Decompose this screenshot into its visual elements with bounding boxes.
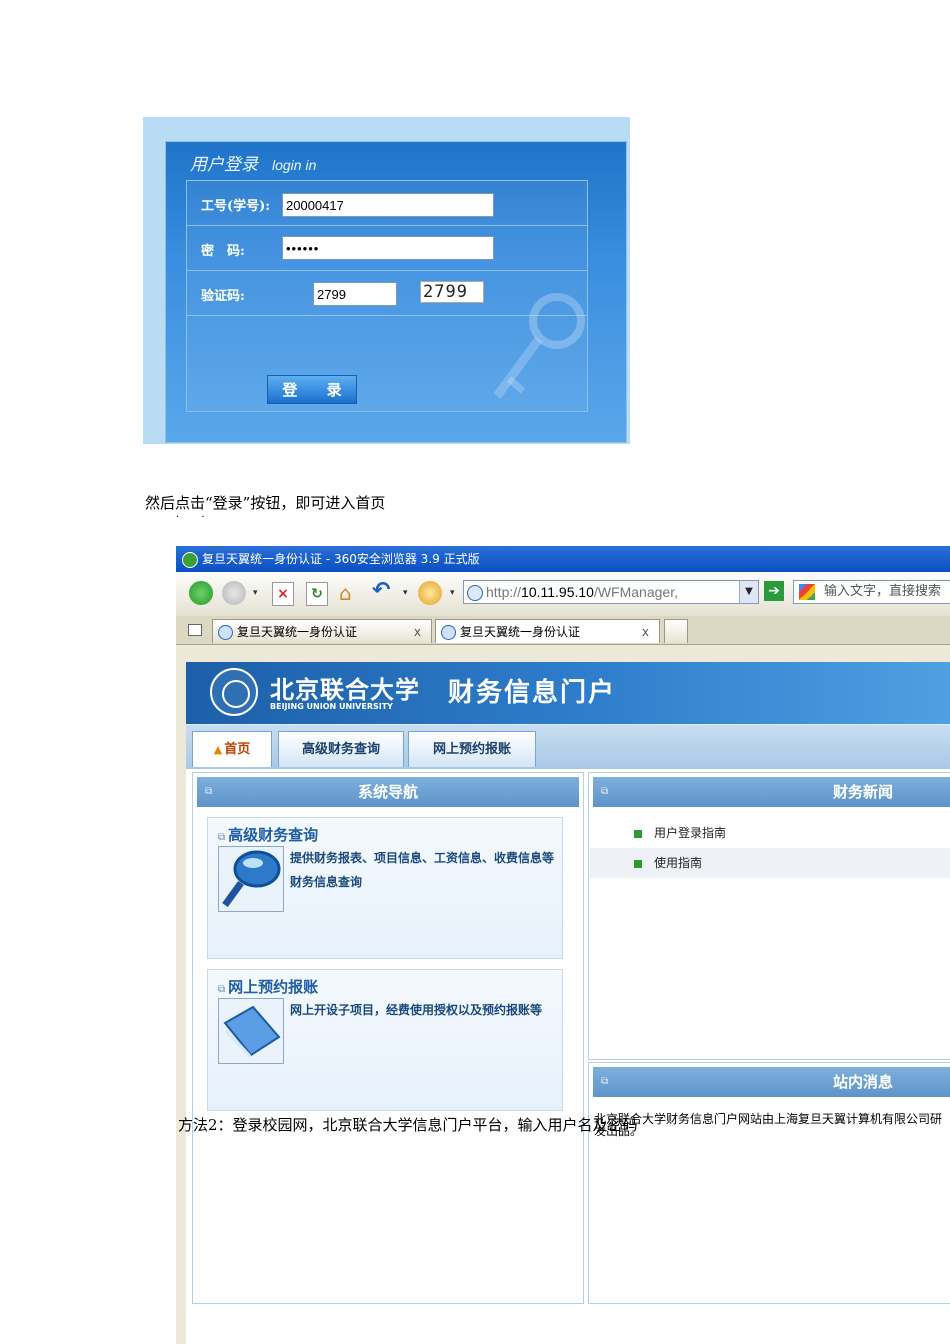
bullet-icon [634,829,642,838]
login-title: 用户登录 login in [190,155,317,175]
ie-icon [441,625,456,640]
site-messages-title: 站内消息 [833,1073,894,1091]
tab-2-close-icon[interactable]: x [642,620,649,644]
university-name-en: BEIJING UNION UNIVERSITY [270,702,393,711]
browser-title-bar: 复旦天翼统一身份认证 - 360安全浏览器 3.9 正式版 [176,546,950,572]
id-input[interactable]: 20000417 [282,193,494,217]
tab-1-label: 复旦天翼统一身份认证 [237,625,358,639]
search-input[interactable]: 输入文字，直接搜索 [793,580,950,604]
card-advanced-query-title: ⧉ 高级财务查询 [218,826,319,844]
tab-2[interactable]: 复旦天翼统一身份认证 x [435,619,660,643]
site-messages-panel: ⧉ 站内消息 [588,1062,950,1304]
browser-screenshot: 复旦天翼统一身份认证 - 360安全浏览器 3.9 正式版 ▾ × ↻ ⌂ ↶ … [176,546,950,1344]
login-panel: 用户登录 login in 工号(学号): 20000417 密 码: •••••… [165,141,627,443]
portal-nav: ▲ 首页 高级财务查询 网上预约报账 [186,724,950,769]
url-prefix: http:// [486,584,522,600]
card-reimbursement-title: ⧉ 网上预约报账 [218,978,319,996]
university-name: 北京联合大学 [270,675,420,704]
url-host: 10.11.95.10 [521,584,594,600]
undo-dropdown-icon[interactable]: ▾ [403,588,408,598]
card-advanced-query-desc: 提供财务报表、项目信息、工资信息、收费信息等财务信息查询 [290,851,555,889]
go-icon[interactable]: ➔ [764,581,784,601]
finance-news-panel: ⧉ 财务新闻 用户登录指南 使用指南 [588,772,950,1060]
password-label: 密 码: [201,244,245,259]
finance-news-header: ⧉ 财务新闻 [593,777,950,807]
home-icon: ▲ [213,743,223,756]
new-tab-button[interactable] [664,619,688,643]
id-row: 工号(学号): 20000417 [187,181,587,226]
stop-icon[interactable]: × [272,582,294,606]
portal-page: 北京联合大学 BEIJING UNION UNIVERSITY 财务信息门户 ▲… [186,662,950,1344]
home-icon[interactable]: ⌂ [339,581,352,605]
refresh-icon[interactable]: ↻ [306,582,328,606]
book-icon [218,998,284,1064]
footer-caption: 北京联合大学财务信息门户网站由上海复旦天翼计算机有限公司研发出品。 [594,1112,943,1138]
nav-tab-reimbursement[interactable]: 网上预约报账 [408,731,536,767]
system-nav-header: ⧉ 系统导航 [197,777,579,807]
system-nav-title: 系统导航 [357,783,418,801]
link-icon: ⧉ [218,984,226,995]
portal-header: 北京联合大学 BEIJING UNION UNIVERSITY 财务信息门户 [186,662,950,724]
window-title: 复旦天翼统一身份认证 - 360安全浏览器 3.9 正式版 [202,552,480,566]
site-messages-header: ⧉ 站内消息 [593,1067,950,1097]
tab-1-close-icon[interactable]: x [414,620,421,644]
password-row: 密 码: •••••• [187,226,587,271]
nav-tab-home[interactable]: ▲ 首页 [192,731,272,767]
paw-dropdown-icon[interactable]: ▾ [450,588,455,598]
panel-icon: ⧉ [601,1076,609,1087]
caption-method-2: 方法2：登录校园网，北京联合大学信息门户平台，输入用户名及密码 [178,1116,638,1134]
undo-icon[interactable]: ↶ [372,579,390,603]
portal-title: 财务信息门户 [448,678,617,708]
login-button[interactable]: 登 录 [267,375,357,404]
forward-icon[interactable] [222,581,246,605]
card-advanced-query[interactable]: ⧉ 高级财务查询 提供财务报表、项目信息、工资信息、收费信息等财务信息查询 [207,817,563,959]
tab-1[interactable]: 复旦天翼统一身份认证 x [212,619,432,643]
link-icon: ⧉ [218,832,226,843]
login-title-en: login in [272,157,317,173]
nav-tab-advanced-query[interactable]: 高级财务查询 [278,731,404,767]
captcha-input[interactable]: 2799 [313,282,397,306]
browser-logo-icon [182,551,198,568]
forward-dropdown-icon[interactable]: ▾ [253,588,258,598]
search-engine-icon[interactable] [799,584,815,600]
magnifier-icon [218,846,284,912]
key-watermark-icon [493,293,585,399]
bullet-icon [634,859,642,868]
back-icon[interactable] [189,581,213,605]
address-dropdown-icon[interactable]: ▼ [739,581,758,603]
nav-tab-home-label: 首页 [224,742,251,757]
page-icon [467,585,483,601]
browser-tab-strip: 复旦天翼统一身份认证 x 复旦天翼统一身份认证 x [176,616,950,645]
browser-toolbar: ▾ × ↻ ⌂ ↶ ▾ ▾ http://10.11.95.10/WFManag… [176,572,950,616]
id-label: 工号(学号): [201,199,271,214]
card-reimbursement[interactable]: ⧉ 网上预约报账 网上开设子项目，经费使用授权以及预约报账等 [207,969,563,1111]
login-form: 工号(学号): 20000417 密 码: •••••• 验证码: 2799 2… [186,180,588,412]
paw-icon[interactable] [418,581,442,605]
caption-dots: · · [176,512,205,523]
finance-news-title: 财务新闻 [833,783,894,801]
captcha-label: 验证码: [201,289,245,304]
address-bar[interactable]: http://10.11.95.10/WFManager, [463,580,759,604]
news-item[interactable]: 使用指南 [590,848,950,878]
url-path: /WFManager, [593,584,678,600]
news-item[interactable]: 用户登录指南 [590,818,950,848]
panel-icon: ⧉ [205,786,213,797]
tab-list-icon[interactable] [188,624,202,636]
caption-login-instruction: 然后点击“登录”按钮，即可进入首页 [145,494,386,512]
panel-icon: ⧉ [601,786,609,797]
ie-icon [218,625,233,640]
login-screenshot: 用户登录 login in 工号(学号): 20000417 密 码: •••••… [143,117,630,444]
system-nav-panel: ⧉ 系统导航 ⧉ 高级财务查询 提供财务报表、项目信息、工资信息、收费信息等财务信息… [192,772,584,1304]
password-input[interactable]: •••••• [282,236,494,260]
card-reimbursement-desc: 网上开设子项目，经费使用授权以及预约报账等 [290,1003,543,1017]
university-logo-icon [210,668,258,716]
tab-2-label: 复旦天翼统一身份认证 [460,625,581,639]
captcha-image[interactable]: 2799 [420,281,484,303]
